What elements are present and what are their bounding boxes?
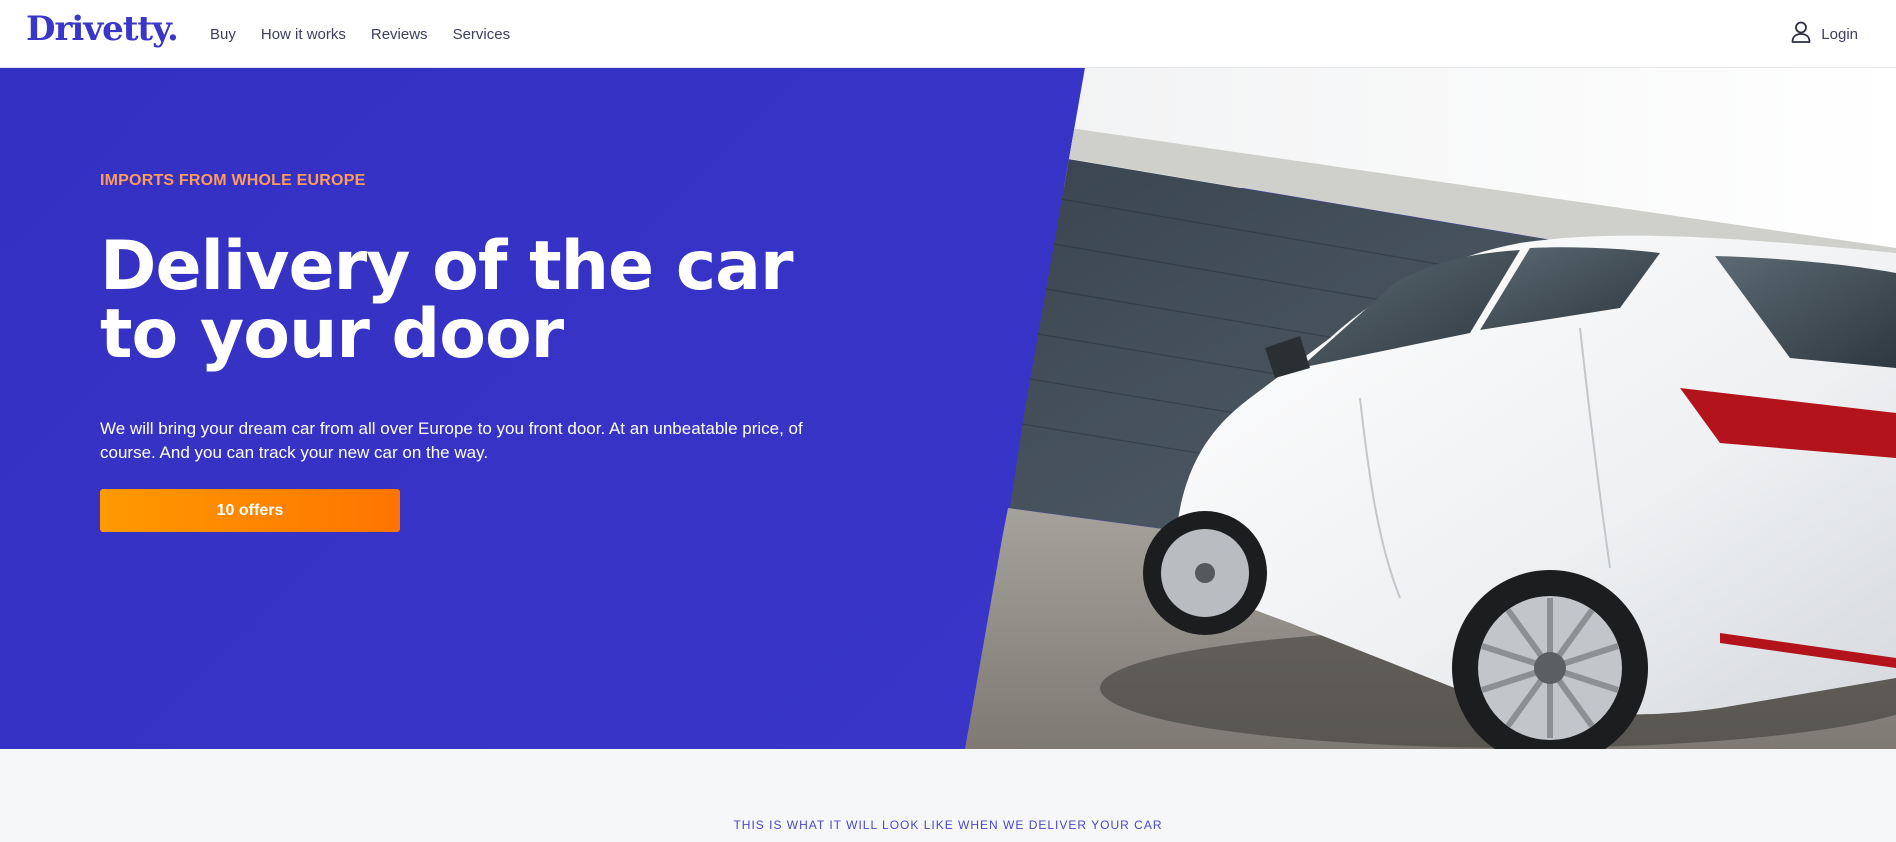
hero-headline: Delivery of the car to your door bbox=[100, 227, 794, 374]
hero-section: IMPORTS FROM WHOLE EUROPE Delivery of th… bbox=[0, 68, 1896, 749]
nav-item-reviews[interactable]: Reviews bbox=[371, 26, 428, 43]
car-photo bbox=[0, 68, 1896, 749]
nav-item-services[interactable]: Services bbox=[453, 26, 511, 43]
offers-button[interactable]: 10 offers bbox=[100, 489, 400, 532]
user-icon bbox=[1791, 21, 1811, 47]
hero-eyebrow: IMPORTS FROM WHOLE EUROPE bbox=[100, 172, 366, 189]
login-button[interactable]: Login bbox=[1791, 0, 1858, 68]
nav-item-how-it-works[interactable]: How it works bbox=[261, 26, 346, 43]
delivery-section-eyebrow: THIS IS WHAT IT WILL LOOK LIKE WHEN WE D… bbox=[733, 818, 1163, 832]
brand-logo[interactable]: Drivetty. bbox=[26, 9, 179, 49]
nav-item-buy[interactable]: Buy bbox=[210, 26, 236, 43]
main-nav: Buy How it works Reviews Services bbox=[210, 0, 510, 68]
login-label: Login bbox=[1821, 25, 1858, 43]
site-header: Drivetty. Buy How it works Reviews Servi… bbox=[0, 0, 1896, 68]
hero-subtext: We will bring your dream car from all ov… bbox=[100, 419, 803, 462]
